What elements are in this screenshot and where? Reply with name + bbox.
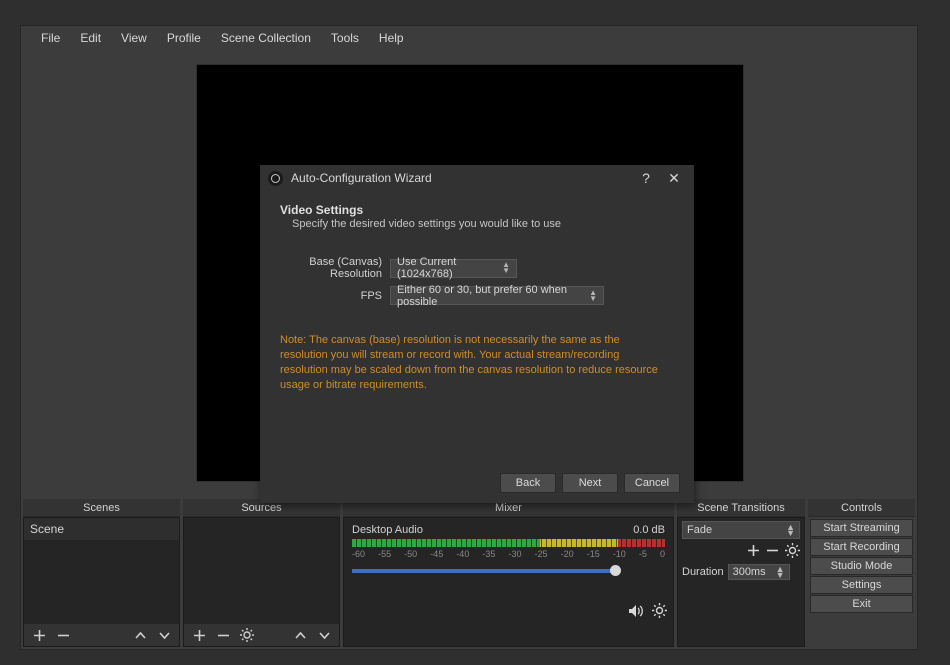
mixer-meter	[352, 539, 665, 547]
menu-help[interactable]: Help	[369, 27, 414, 49]
add-source-icon[interactable]	[192, 628, 206, 642]
dialog-titlebar[interactable]: Auto-Configuration Wizard ? ✕	[260, 165, 694, 191]
fps-label: FPS	[280, 290, 390, 302]
scenes-header: Scenes	[23, 499, 180, 517]
controls-header: Controls	[808, 499, 915, 517]
transition-settings-icon[interactable]	[785, 543, 800, 558]
fps-spinner-icon[interactable]: ▲▼	[589, 290, 597, 302]
mixer-volume-thumb[interactable]	[610, 565, 621, 576]
menubar: File Edit View Profile Scene Collection …	[21, 26, 917, 50]
back-button[interactable]: Back	[500, 473, 556, 493]
menu-profile[interactable]: Profile	[157, 27, 211, 49]
move-scene-up-icon[interactable]	[133, 628, 147, 642]
transitions-header: Scene Transitions	[677, 499, 805, 517]
studio-mode-button[interactable]: Studio Mode	[810, 557, 913, 575]
scene-item[interactable]: Scene	[24, 518, 179, 540]
fps-select[interactable]: Either 60 or 30, but prefer 60 when poss…	[390, 286, 604, 305]
transitions-panel: Scene Transitions Fade ▲▼ Duration 300ms…	[677, 499, 805, 647]
resolution-value: Use Current (1024x768)	[397, 256, 494, 280]
fps-value: Either 60 or 30, but prefer 60 when poss…	[397, 284, 581, 308]
settings-button[interactable]: Settings	[810, 576, 913, 594]
remove-transition-icon[interactable]	[766, 544, 779, 557]
transition-value: Fade	[687, 524, 712, 536]
controls-panel: Controls Start Streaming Start Recording…	[808, 499, 915, 647]
obs-logo-icon	[268, 171, 283, 186]
dialog-note: Note: The canvas (base) resolution is no…	[280, 333, 674, 392]
duration-label: Duration	[682, 566, 724, 578]
dialog-heading: Video Settings	[280, 203, 674, 217]
dialog-title: Auto-Configuration Wizard	[291, 171, 432, 185]
menu-edit[interactable]: Edit	[70, 27, 111, 49]
next-button[interactable]: Next	[562, 473, 618, 493]
bottom-docks: Scenes Scene Sources	[21, 499, 917, 649]
start-streaming-button[interactable]: Start Streaming	[810, 519, 913, 537]
menu-tools[interactable]: Tools	[321, 27, 369, 49]
transition-spinner-icon[interactable]: ▲▼	[786, 524, 795, 536]
menu-scene-collection[interactable]: Scene Collection	[211, 27, 321, 49]
dialog-help-button[interactable]: ?	[632, 170, 660, 186]
resolution-label: Base (Canvas) Resolution	[280, 256, 390, 280]
speaker-icon[interactable]	[628, 604, 644, 618]
duration-value: 300ms	[733, 566, 766, 578]
add-scene-icon[interactable]	[32, 628, 46, 642]
resolution-select[interactable]: Use Current (1024x768) ▲▼	[390, 259, 517, 278]
exit-button[interactable]: Exit	[810, 595, 913, 613]
scenes-toolbar	[24, 624, 179, 646]
mixer-scale: -60-55-50-45-40-35-30-25-20-15-10-50	[352, 549, 665, 559]
menu-file[interactable]: File	[31, 27, 70, 49]
mixer-volume-slider[interactable]	[352, 569, 615, 573]
mixer-settings-icon[interactable]	[652, 603, 667, 618]
move-source-down-icon[interactable]	[317, 628, 331, 642]
add-transition-icon[interactable]	[747, 544, 760, 557]
dialog-subheading: Specify the desired video settings you w…	[280, 218, 674, 230]
dialog-close-button[interactable]: ✕	[660, 170, 688, 187]
move-scene-down-icon[interactable]	[157, 628, 171, 642]
menu-view[interactable]: View	[111, 27, 157, 49]
sources-toolbar	[184, 624, 339, 646]
transition-select[interactable]: Fade ▲▼	[682, 521, 800, 539]
source-properties-icon[interactable]	[240, 628, 254, 642]
start-recording-button[interactable]: Start Recording	[810, 538, 913, 556]
remove-source-icon[interactable]	[216, 628, 230, 642]
auto-config-wizard-dialog: Auto-Configuration Wizard ? ✕ Video Sett…	[260, 165, 694, 503]
mixer-panel: Mixer Desktop Audio 0.0 dB -60-55-50-45-…	[343, 499, 674, 647]
duration-spinner-icon[interactable]: ▲▼	[776, 566, 785, 578]
remove-scene-icon[interactable]	[56, 628, 70, 642]
cancel-button[interactable]: Cancel	[624, 473, 680, 493]
scenes-panel: Scenes Scene	[23, 499, 180, 647]
mixer-track-name: Desktop Audio	[352, 524, 423, 536]
resolution-spinner-icon[interactable]: ▲▼	[502, 262, 510, 274]
duration-input[interactable]: 300ms ▲▼	[728, 564, 790, 580]
mixer-db-value: 0.0 dB	[633, 524, 665, 536]
move-source-up-icon[interactable]	[293, 628, 307, 642]
sources-panel: Sources	[183, 499, 340, 647]
